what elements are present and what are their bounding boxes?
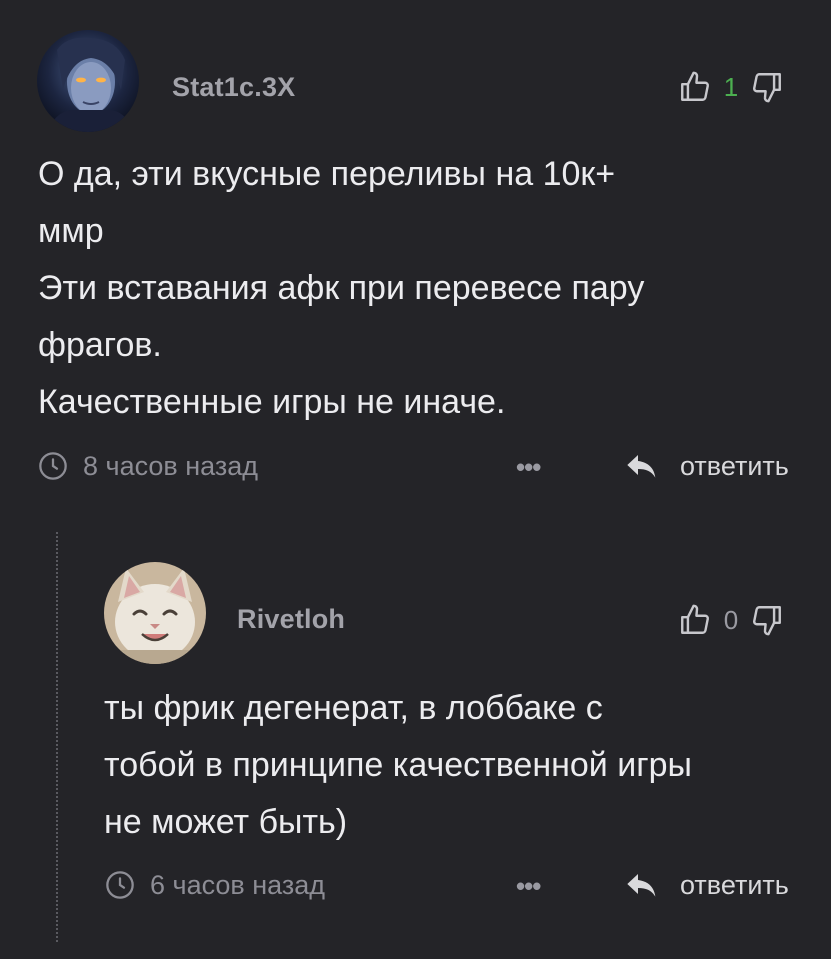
- username[interactable]: Stat1c.3X: [172, 72, 295, 103]
- comment-line: не может быть): [104, 803, 348, 841]
- rating-value: 0: [723, 604, 739, 635]
- thumbs-up-icon[interactable]: [678, 603, 712, 637]
- comment-line: ты фрик дегенерат, в лоббаке с: [104, 689, 603, 727]
- comment-line: фрагов.: [38, 326, 162, 364]
- timestamp[interactable]: 8 часов назад: [83, 451, 258, 482]
- thumbs-up-icon[interactable]: [678, 70, 712, 104]
- vote-control: 0: [678, 603, 784, 637]
- vote-control: 1: [678, 70, 784, 104]
- reply-button[interactable]: ответить: [626, 870, 789, 901]
- comment-text: О да, эти вкусные переливы на 10к+ ммр Э…: [38, 146, 644, 431]
- more-options-button[interactable]: •••: [516, 452, 541, 483]
- comment-line: Эти вставания афк при перевесе пару: [38, 269, 645, 307]
- avatar[interactable]: [37, 30, 139, 132]
- thumbs-down-icon[interactable]: [750, 70, 784, 104]
- reply-arrow-icon: [626, 453, 658, 481]
- comment-text: ты фрик дегенерат, в лоббаке с тобой в п…: [104, 680, 692, 851]
- username[interactable]: Rivetloh: [237, 604, 345, 635]
- clock-icon: [104, 869, 136, 901]
- comment-meta: 8 часов назад: [37, 450, 258, 482]
- rating-value: 1: [723, 71, 739, 102]
- reply-arrow-icon: [626, 872, 658, 900]
- comment-line: тобой в принципе качественной игры: [104, 746, 692, 784]
- avatar[interactable]: [104, 562, 206, 664]
- comment-line: Качественные игры не иначе.: [38, 383, 506, 421]
- comment: Rivetloh 0 ты фрик дегенерат, в лоббаке …: [0, 510, 831, 959]
- reply-label: ответить: [680, 870, 789, 900]
- comment-meta: 6 часов назад: [104, 869, 325, 901]
- reply-button[interactable]: ответить: [626, 451, 789, 482]
- comment-line: О да, эти вкусные переливы на 10к+: [38, 155, 616, 193]
- timestamp[interactable]: 6 часов назад: [150, 870, 325, 901]
- reply-label: ответить: [680, 451, 789, 481]
- comment: Stat1c.3X 1 О да, эти вкусные переливы н…: [0, 0, 831, 510]
- thumbs-down-icon[interactable]: [750, 603, 784, 637]
- more-options-button[interactable]: •••: [516, 871, 541, 902]
- clock-icon: [37, 450, 69, 482]
- comment-line: ммр: [38, 212, 104, 250]
